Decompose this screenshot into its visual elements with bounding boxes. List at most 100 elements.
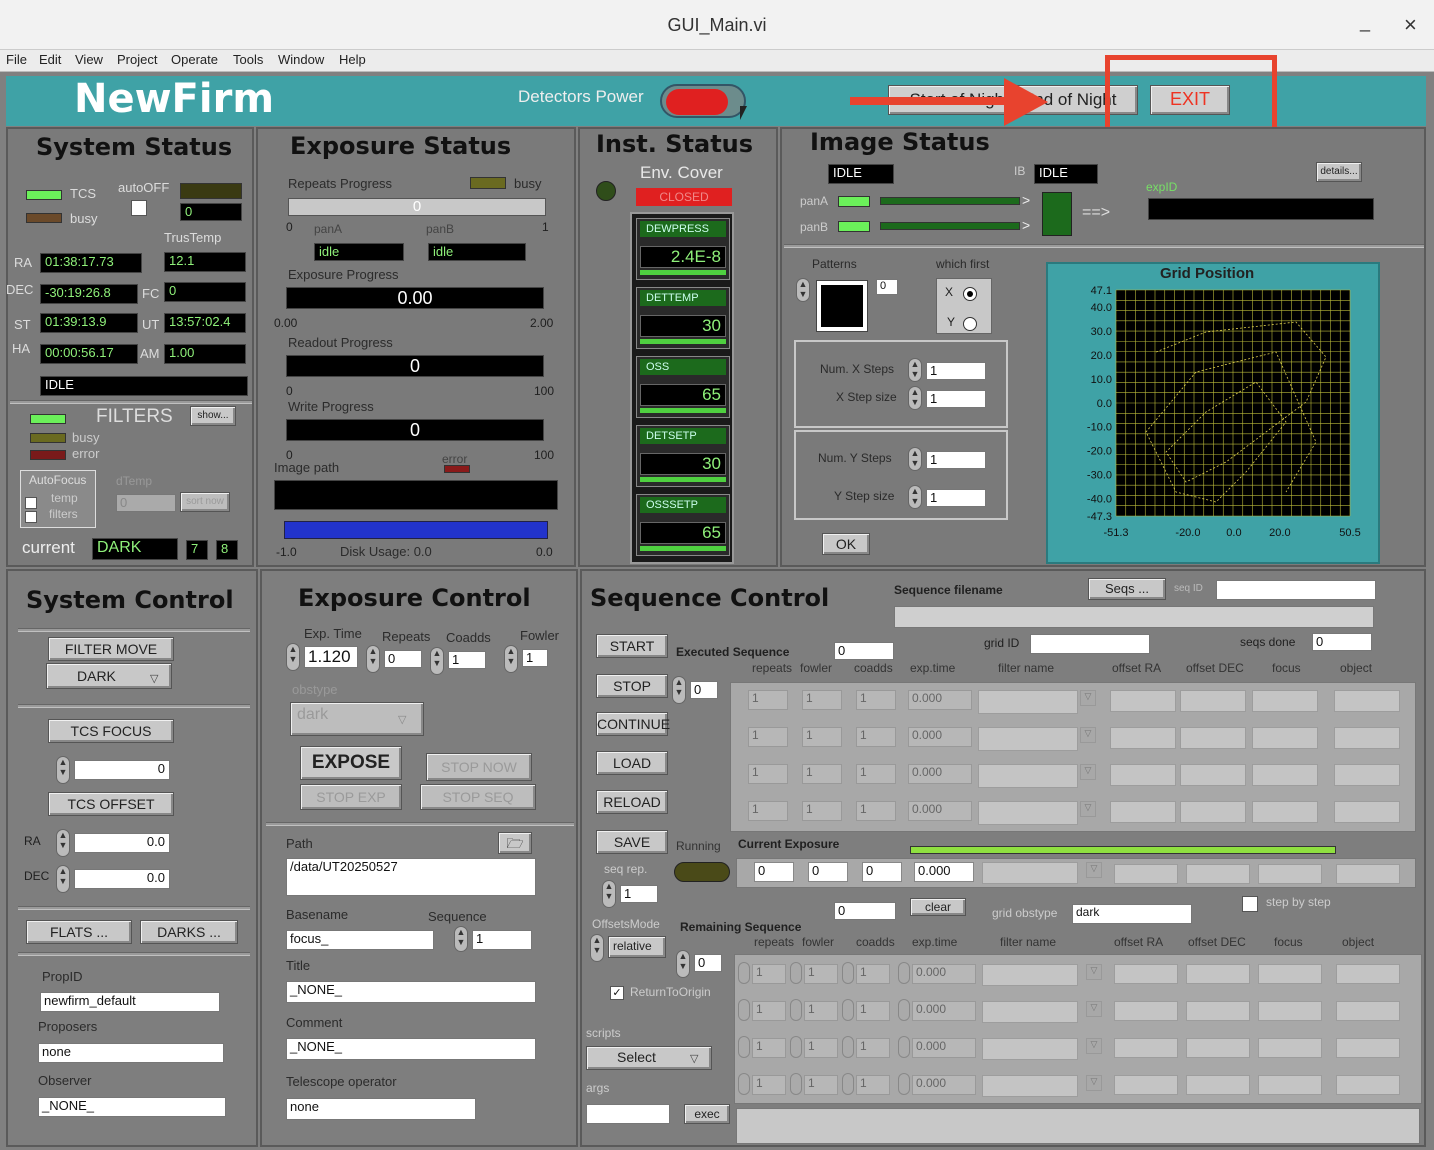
remaining-spinner[interactable]	[790, 962, 802, 984]
fowler-input[interactable]: 1	[522, 649, 548, 667]
seq-rep-spinner[interactable]: ▲ ▼	[602, 880, 616, 908]
repeats-input[interactable]: 0	[384, 650, 422, 668]
remaining-cell[interactable]: 1	[752, 1075, 786, 1095]
x-step-size-input[interactable]: 1	[926, 390, 986, 408]
remaining-cell[interactable]: 0.000	[912, 1075, 976, 1095]
remaining-cell[interactable]: 1	[804, 964, 838, 984]
which-y-radio[interactable]	[963, 317, 977, 331]
y-step-spinner[interactable]: ▲ ▼	[908, 485, 922, 509]
expose-button[interactable]: EXPOSE	[300, 746, 402, 780]
title-input[interactable]: _NONE_	[286, 981, 536, 1003]
remaining-spinner[interactable]	[842, 962, 854, 984]
observer-input[interactable]: _NONE_	[38, 1097, 226, 1117]
coadds-spinner[interactable]: ▲ ▼	[430, 647, 444, 675]
offsets-spinner[interactable]: ▲ ▼	[590, 934, 604, 962]
filters-checkbox[interactable]	[25, 511, 37, 523]
x-step-spinner[interactable]: ▲ ▼	[908, 386, 922, 410]
remaining-cell[interactable]: 1	[804, 1038, 838, 1058]
remaining-spinner[interactable]	[738, 1036, 750, 1058]
temp-checkbox[interactable]	[25, 497, 37, 509]
remaining-cell[interactable]: 1	[856, 1075, 890, 1095]
menu-operate[interactable]: Operate	[171, 52, 218, 67]
filters-show-button[interactable]: show...	[190, 406, 236, 426]
return-to-origin-checkbox[interactable]: ✓	[610, 986, 624, 1000]
start-button[interactable]: START	[596, 634, 668, 658]
remaining-cell[interactable]: 1	[804, 1001, 838, 1021]
num-y-steps-input[interactable]: 1	[926, 451, 986, 469]
which-x-radio[interactable]	[963, 287, 977, 301]
remaining-cell[interactable]: 0.000	[912, 1001, 976, 1021]
remaining-cell[interactable]: 1	[856, 1038, 890, 1058]
load-button[interactable]: LOAD	[596, 751, 668, 775]
menu-view[interactable]: View	[75, 52, 103, 67]
remaining-spinner[interactable]	[842, 1036, 854, 1058]
repeats-spinner[interactable]: ▲ ▼	[366, 645, 380, 673]
remaining-spinner[interactable]	[898, 962, 910, 984]
folder-icon[interactable]: 🗁	[498, 832, 532, 854]
focus-spinner[interactable]: ▲ ▼	[56, 756, 70, 784]
remaining-cell[interactable]: 1	[856, 1001, 890, 1021]
remaining-cell[interactable]: 1	[752, 1038, 786, 1058]
save-button[interactable]: SAVE	[596, 830, 668, 854]
comment-input[interactable]: _NONE_	[286, 1038, 536, 1060]
minimize-button[interactable]: _	[1360, 12, 1370, 33]
num-x-steps-input[interactable]: 1	[926, 362, 986, 380]
tcs-offset-button[interactable]: TCS OFFSET	[48, 792, 174, 816]
clear-button[interactable]: clear	[910, 898, 966, 916]
remaining-spinner[interactable]	[738, 962, 750, 984]
sequence-filename-input[interactable]	[894, 606, 1374, 628]
darks-button[interactable]: DARKS ...	[140, 920, 238, 944]
remaining-spinner[interactable]	[898, 1036, 910, 1058]
exptime-input[interactable]: 1.120	[304, 646, 358, 668]
coadds-input[interactable]: 1	[448, 651, 486, 669]
exptime-spinner[interactable]: ▲ ▼	[286, 643, 300, 671]
remaining-cell[interactable]: 1	[804, 1075, 838, 1095]
seqs-button[interactable]: Seqs ...	[1088, 578, 1166, 600]
grid-obstype-input[interactable]: dark	[1072, 904, 1192, 924]
remaining-count[interactable]: 0	[694, 954, 722, 972]
stop-now-button[interactable]: STOP NOW	[426, 753, 532, 781]
tcs-focus-button[interactable]: TCS FOCUS	[48, 719, 174, 743]
grid-id-input[interactable]	[1030, 634, 1150, 654]
fowler-spinner[interactable]: ▲ ▼	[504, 645, 518, 673]
remaining-cell[interactable]: 0.000	[912, 1038, 976, 1058]
basename-input[interactable]: focus_	[286, 930, 434, 950]
y-step-size-input[interactable]: 1	[926, 489, 986, 507]
exec-button[interactable]: exec	[684, 1104, 730, 1124]
patterns-spinner[interactable]: ▲ ▼	[796, 278, 810, 302]
autooff-checkbox[interactable]	[131, 200, 147, 216]
continue-button[interactable]: CONTINUE	[596, 712, 670, 736]
sequence-input[interactable]: 1	[472, 930, 532, 950]
args-input[interactable]	[586, 1104, 670, 1124]
remaining-spinner[interactable]	[842, 999, 854, 1021]
remaining-spinner[interactable]	[790, 1036, 802, 1058]
dtemp-input[interactable]: 0	[116, 494, 176, 512]
stop-seq-button[interactable]: STOP SEQ	[420, 784, 536, 810]
offset-ra-input[interactable]: 0.0	[74, 833, 170, 853]
remaining-spinner[interactable]: ▲ ▼	[676, 950, 690, 978]
flats-button[interactable]: FLATS ...	[26, 920, 132, 944]
menu-help[interactable]: Help	[339, 52, 366, 67]
details-button[interactable]: details...	[1316, 162, 1362, 182]
close-button[interactable]: ×	[1404, 12, 1417, 38]
pattern-selector[interactable]	[816, 280, 868, 332]
stop-counter[interactable]: 0	[690, 681, 718, 699]
menu-project[interactable]: Project	[117, 52, 157, 67]
seq-rep-input[interactable]: 1	[620, 885, 658, 903]
menu-tools[interactable]: Tools	[233, 52, 263, 67]
remaining-spinner[interactable]	[738, 1073, 750, 1095]
remaining-spinner[interactable]	[898, 999, 910, 1021]
step-by-step-checkbox[interactable]	[1242, 896, 1258, 912]
remaining-spinner[interactable]	[898, 1073, 910, 1095]
detectors-power-toggle[interactable]	[660, 84, 746, 118]
pattern-value[interactable]: 0	[876, 279, 898, 295]
offset-ra-spinner[interactable]: ▲ ▼	[56, 829, 70, 857]
remaining-spinner[interactable]	[790, 1073, 802, 1095]
num-x-spinner[interactable]: ▲ ▼	[908, 358, 922, 382]
menu-edit[interactable]: Edit	[39, 52, 61, 67]
num-y-spinner[interactable]: ▲ ▼	[908, 447, 922, 471]
remaining-cell[interactable]: 1	[752, 1001, 786, 1021]
offsets-mode-select[interactable]: relative	[608, 936, 666, 958]
stop-exp-button[interactable]: STOP EXP	[300, 784, 402, 810]
proposers-input[interactable]: none	[38, 1043, 224, 1063]
